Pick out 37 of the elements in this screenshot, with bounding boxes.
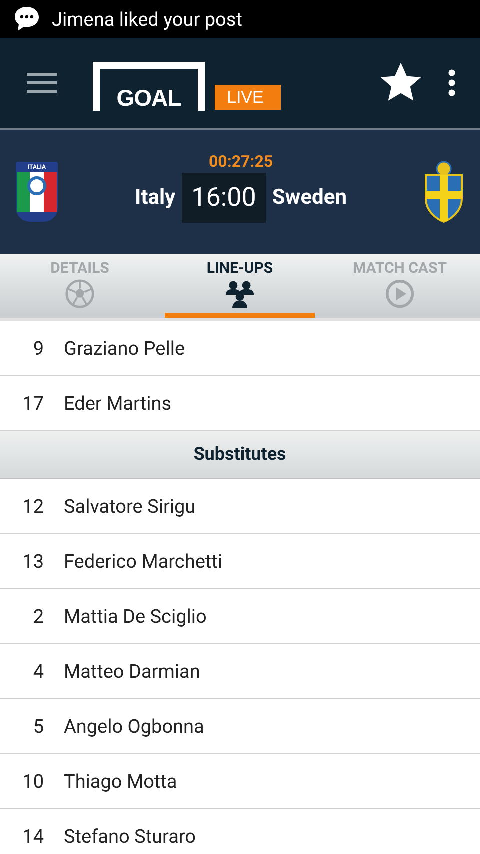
player-name: Salvatore Sirigu	[64, 494, 196, 518]
player-name: Eder Martins	[64, 392, 172, 414]
shirt-number: 4	[32, 660, 44, 682]
shirt-number: 10	[22, 770, 44, 792]
tab[interactable]: DETAILS	[5, 254, 155, 318]
more-icon[interactable]	[448, 69, 456, 97]
kickoff-time: 16:00	[182, 172, 266, 222]
player-name: Thiago Motta	[64, 770, 178, 792]
player-name: Mattia De Sciglio	[64, 604, 207, 628]
tab[interactable]: LINE-UPS	[165, 254, 315, 318]
people-icon	[225, 279, 255, 309]
tab[interactable]: MATCH CAST	[325, 254, 475, 318]
menu-icon[interactable]	[27, 72, 57, 94]
shirt-number: 5	[32, 714, 44, 738]
play-icon	[385, 279, 415, 309]
shirt-number: 2	[32, 604, 44, 628]
shirt-number: 9	[32, 336, 44, 360]
live-badge: LIVE	[215, 84, 281, 110]
section-header: Substitutes	[0, 431, 480, 479]
shirt-number: 17	[22, 392, 44, 414]
player-name: Federico Marchetti	[64, 550, 222, 572]
shirt-number: 14	[22, 824, 44, 848]
home-team: Italy	[134, 186, 176, 210]
sweden-crest	[424, 161, 464, 223]
player-name: Graziano Pelle	[64, 336, 186, 360]
ball-icon	[65, 279, 95, 309]
shirt-number: 13	[22, 550, 44, 572]
player-name: Angelo Ogbonna	[64, 714, 204, 738]
notification-text: Jimena liked your post	[52, 8, 242, 30]
match-clock: 00:27:25	[208, 152, 274, 170]
chat-icon	[14, 6, 40, 32]
player-name: Stefano Sturaro	[64, 824, 196, 848]
away-team: Sweden	[272, 186, 347, 210]
player-name: Matteo Darmian	[64, 660, 200, 682]
flag-emblem-drawing	[17, 172, 57, 212]
shirt-number: 12	[22, 494, 44, 518]
goal-logo: GOAL	[93, 62, 205, 110]
